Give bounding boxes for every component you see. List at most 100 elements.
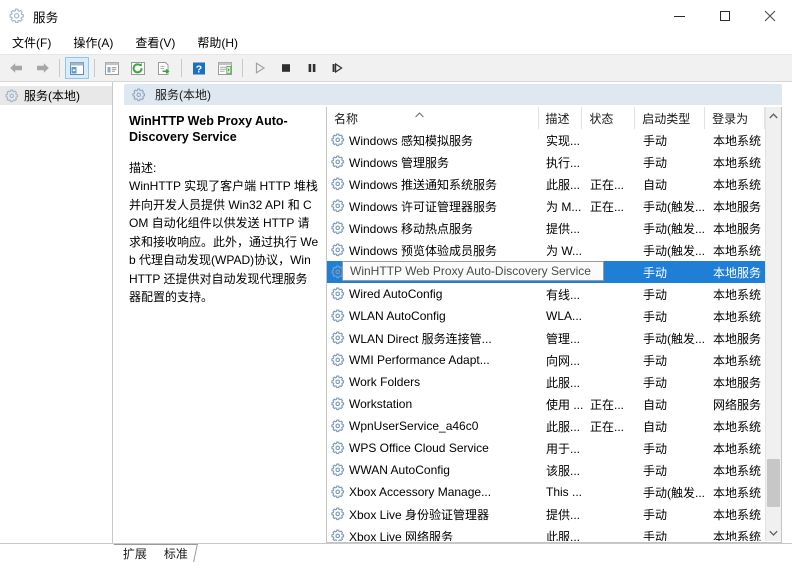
cell-description: 为 W...	[539, 242, 583, 259]
service-name: Wired AutoConfig	[349, 287, 442, 301]
table-row[interactable]: Windows 预览体验成员服务为 W...手动(触发...本地系统	[327, 239, 781, 261]
column-header-status[interactable]: 状态	[582, 107, 635, 129]
table-row[interactable]: Xbox Live 身份验证管理器提供...手动本地系统	[327, 503, 781, 525]
cell-logon: 本地服务	[706, 264, 766, 281]
close-button[interactable]	[747, 0, 792, 32]
column-header-logon[interactable]: 登录为	[705, 107, 765, 129]
status-bar	[0, 565, 792, 579]
cell-logon: 本地服务	[706, 220, 766, 237]
content-pane: 服务(本地) WinHTTP Web Proxy Auto-Discovery …	[114, 82, 792, 543]
service-gear-icon	[331, 485, 345, 499]
service-gear-icon	[331, 287, 345, 301]
table-row[interactable]: Windows 许可证管理器服务为 M...正在...手动(触发...本地服务	[327, 195, 781, 217]
table-row[interactable]: Windows 感知模拟服务实现...手动本地系统	[327, 129, 781, 151]
maximize-button[interactable]	[702, 0, 747, 32]
toolbar: ?	[0, 55, 792, 82]
table-row[interactable]: Xbox Live 网络服务此服...手动本地系统	[327, 525, 781, 541]
console-tree-pane: 服务(本地)	[0, 82, 113, 543]
cell-name: Xbox Accessory Manage...	[327, 485, 539, 499]
cell-startup: 手动	[636, 440, 706, 457]
table-row[interactable]: WMI Performance Adapt...向网...手动本地系统	[327, 349, 781, 371]
help-icon[interactable]: ?	[187, 57, 211, 79]
cell-startup: 手动	[636, 286, 706, 303]
menu-action[interactable]: 操作(A)	[63, 32, 123, 54]
service-name: WpnUserService_a46c0	[349, 419, 478, 433]
list-rows-viewport[interactable]: Windows 感知模拟服务实现...手动本地系统Windows 管理服务执行.…	[327, 129, 781, 541]
menu-view[interactable]: 查看(V)	[125, 32, 185, 54]
cell-logon: 本地系统	[706, 352, 766, 369]
restart-service-icon[interactable]	[326, 57, 350, 79]
cell-startup: 手动(触发...	[636, 198, 706, 215]
sidebar-item-services-local[interactable]: 服务(本地)	[0, 86, 112, 105]
cell-name: Wired AutoConfig	[327, 287, 539, 301]
toolbar-separator-3	[181, 59, 182, 77]
cell-logon: 本地服务	[706, 198, 766, 215]
table-row[interactable]: Wired AutoConfig有线...手动本地系统	[327, 283, 781, 305]
menu-help[interactable]: 帮助(H)	[187, 32, 248, 54]
close-icon	[764, 10, 776, 22]
column-header-startup[interactable]: 启动类型	[635, 107, 705, 129]
scroll-up-button[interactable]	[766, 107, 781, 124]
cell-description: 此服...	[539, 374, 583, 391]
table-row[interactable]: Work Folders此服...手动本地服务	[327, 371, 781, 393]
service-name: Windows 推送通知系统服务	[349, 176, 497, 193]
stop-service-icon[interactable]	[274, 57, 298, 79]
minimize-button[interactable]	[657, 0, 702, 32]
table-row[interactable]: Windows 推送通知系统服务此服...正在...自动本地系统	[327, 173, 781, 195]
service-name: WLAN AutoConfig	[349, 309, 446, 323]
window-controls	[657, 0, 792, 32]
service-name: Windows 感知模拟服务	[349, 132, 473, 149]
services-gear-icon	[5, 89, 19, 103]
cell-description: 向网...	[539, 352, 583, 369]
refresh-glyph	[130, 61, 146, 76]
service-description-panel: WinHTTP Web Proxy Auto-Discovery Service…	[124, 107, 325, 543]
forward-icon[interactable]	[30, 57, 54, 79]
pause-service-icon[interactable]	[300, 57, 324, 79]
column-header-name[interactable]: 名称	[327, 107, 539, 129]
refresh-icon[interactable]	[126, 57, 150, 79]
menu-file[interactable]: 文件(F)	[2, 32, 61, 54]
cell-description: 用于...	[539, 440, 583, 457]
table-row[interactable]: Xbox Accessory Manage...This ...手动(触发...…	[327, 481, 781, 503]
pane-header: 服务(本地)	[124, 84, 782, 105]
table-row[interactable]: WLAN Direct 服务连接管...管理...手动(触发...本地服务	[327, 327, 781, 349]
cell-description: 管理...	[539, 330, 583, 347]
cell-logon: 本地系统	[706, 528, 766, 542]
scroll-down-button[interactable]	[766, 524, 781, 541]
table-row[interactable]: Windows 移动热点服务提供...手动(触发...本地服务	[327, 217, 781, 239]
list-vertical-scrollbar[interactable]	[765, 107, 781, 541]
cell-startup: 手动(触发...	[636, 330, 706, 347]
start-service-icon[interactable]	[248, 57, 272, 79]
stop-glyph	[279, 61, 293, 75]
tab-extended[interactable]: 扩展	[110, 544, 157, 562]
sidebar-item-label: 服务(本地)	[24, 87, 80, 104]
table-row[interactable]: WWAN AutoConfig该服...手动本地系统	[327, 459, 781, 481]
table-row[interactable]: WLAN AutoConfigWLA...手动本地系统	[327, 305, 781, 327]
cell-description: 为 M...	[539, 198, 583, 215]
service-gear-icon	[331, 441, 345, 455]
cell-logon: 本地系统	[706, 154, 766, 171]
play-glyph	[253, 61, 267, 75]
cell-logon: 本地系统	[706, 484, 766, 501]
menu-bar: 文件(F) 操作(A) 查看(V) 帮助(H)	[0, 32, 792, 55]
show-action-pane-icon[interactable]	[213, 57, 237, 79]
export-list-icon[interactable]	[152, 57, 176, 79]
table-row[interactable]: WPS Office Cloud Service用于...手动本地系统	[327, 437, 781, 459]
back-icon[interactable]	[4, 57, 28, 79]
service-gear-icon	[331, 353, 345, 367]
column-header-description[interactable]: 描述	[539, 107, 583, 129]
service-name: WLAN Direct 服务连接管...	[349, 330, 492, 347]
table-row[interactable]: WpnUserService_a46c0此服...正在...自动本地系统	[327, 415, 781, 437]
tab-standard[interactable]: 标准	[151, 544, 198, 562]
table-row[interactable]: Windows 管理服务执行...手动本地系统	[327, 151, 781, 173]
properties-icon[interactable]	[100, 57, 124, 79]
cell-startup: 手动	[636, 264, 706, 281]
show-hide-tree-icon[interactable]	[65, 57, 89, 79]
table-row[interactable]: Workstation使用 ...正在...自动网络服务	[327, 393, 781, 415]
cell-startup: 手动	[636, 132, 706, 149]
description-text: WinHTTP 实现了客户端 HTTP 堆栈并向开发人员提供 Win32 API…	[129, 177, 319, 307]
service-gear-icon	[331, 397, 345, 411]
cell-logon: 本地系统	[706, 506, 766, 523]
forward-arrow-glyph	[34, 61, 51, 75]
scroll-thumb[interactable]	[767, 459, 780, 507]
